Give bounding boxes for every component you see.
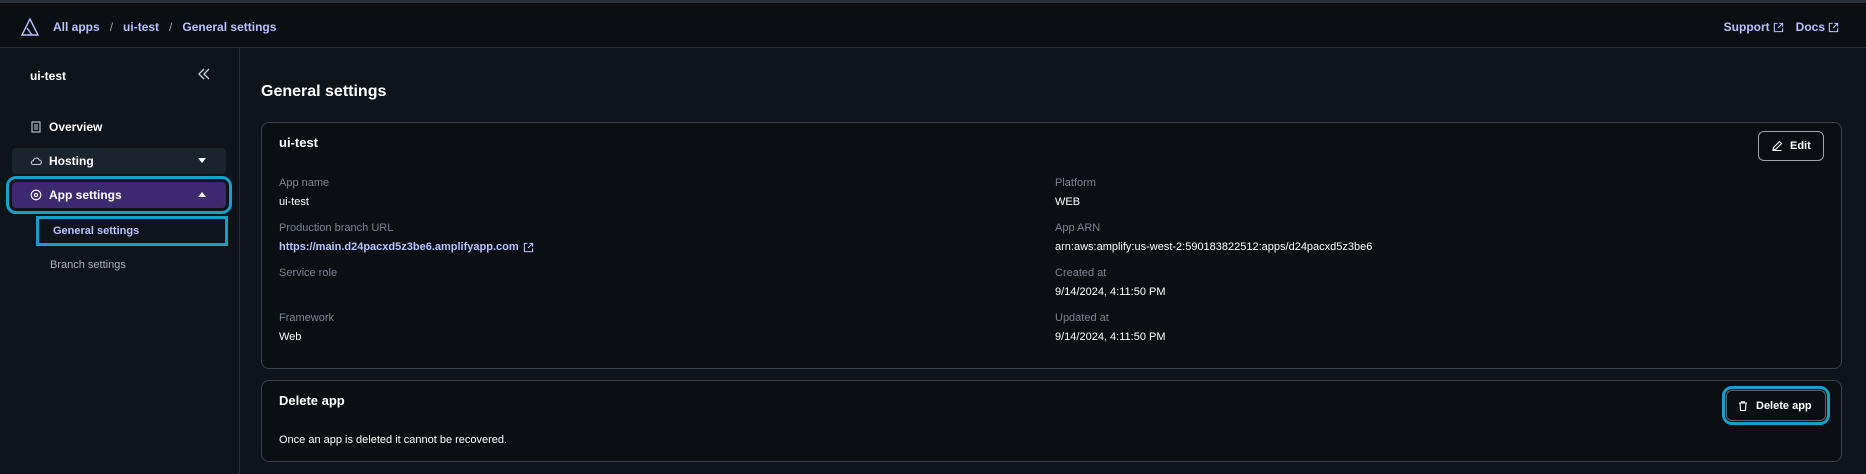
edit-button-label: Edit <box>1790 140 1811 152</box>
sidebar-app-title: ui-test <box>30 69 66 83</box>
delete-description: Once an app is deleted it cannot be reco… <box>279 434 508 446</box>
external-link-icon <box>1828 22 1839 32</box>
field-label: App name <box>279 177 330 189</box>
field-label: Production branch URL <box>279 222 394 234</box>
field-value: 9/14/2024, 4:11:50 PM <box>1055 286 1166 298</box>
delete-app-button-label: Delete app <box>1756 399 1812 412</box>
field-framework: Framework Web <box>279 312 334 343</box>
support-link[interactable]: Support <box>1724 20 1784 34</box>
external-link-icon <box>523 242 533 252</box>
sidebar-subitem-label: General settings <box>53 225 140 237</box>
field-label: Service role <box>279 267 338 279</box>
breadcrumb-separator: / <box>109 20 114 34</box>
docs-link-label: Docs <box>1795 20 1825 34</box>
breadcrumb-separator: / <box>169 20 173 34</box>
amplify-logo-icon[interactable] <box>20 17 40 37</box>
pencil-icon <box>1772 140 1783 152</box>
field-value: Web <box>279 331 302 343</box>
field-platform: Platform WEB <box>1055 177 1096 208</box>
field-label: App ARN <box>1055 222 1101 234</box>
page-title: General settings <box>261 83 387 100</box>
field-label: Platform <box>1055 177 1096 189</box>
field-value: WEB <box>1055 196 1081 208</box>
edit-button[interactable]: Edit <box>1758 131 1824 161</box>
field-value: 9/14/2024, 4:11:50 PM <box>1055 331 1166 343</box>
field-value: ui-test <box>279 196 309 208</box>
sidebar-subitem-branch-settings[interactable]: Branch settings <box>36 250 228 280</box>
top-links: Support Docs <box>1724 20 1839 34</box>
field-label: Framework <box>279 312 335 324</box>
link-text: https://main.d24pacxd5z3be6.amplifyapp.c… <box>279 241 519 253</box>
field-label: Updated at <box>1055 312 1109 324</box>
external-link-icon <box>1773 22 1783 32</box>
field-value: arn:aws:amplify:us-west-2:590183822512:a… <box>1055 241 1373 253</box>
support-link-label: Support <box>1723 20 1770 34</box>
field-production-branch-url: Production branch URL https://main.d24pa… <box>279 222 534 253</box>
caret-down-icon[interactable] <box>198 158 206 163</box>
delete-app-button[interactable]: Delete app <box>1722 386 1830 425</box>
field-updated-at: Updated at 9/14/2024, 4:11:50 PM <box>1055 312 1166 343</box>
production-branch-link[interactable]: https://main.d24pacxd5z3be6.amplifyapp.c… <box>279 241 534 253</box>
sidebar-subitem-general-settings[interactable]: General settings <box>36 216 228 246</box>
breadcrumb-app[interactable]: ui-test <box>123 20 159 34</box>
sidebar-item-app-settings[interactable]: App settings <box>6 176 232 214</box>
sidebar-item-hosting[interactable]: Hosting <box>12 148 226 174</box>
field-service-role: Service role <box>279 267 337 286</box>
settings-icon <box>30 189 42 201</box>
breadcrumb: All apps / ui-test / General settings <box>53 20 276 34</box>
field-app-name: App name ui-test <box>279 177 329 208</box>
sidebar-item-label: Hosting <box>49 154 94 168</box>
field-label: Created at <box>1055 267 1107 279</box>
delete-app-card: Delete app Delete app Once an app is del… <box>261 380 1842 462</box>
sidebar-subitem-label: Branch settings <box>50 259 126 271</box>
field-created-at: Created at 9/14/2024, 4:11:50 PM <box>1055 267 1166 298</box>
sidebar-item-label: App settings <box>49 188 122 202</box>
card-title: ui-test <box>279 135 318 150</box>
collapse-sidebar-icon[interactable] <box>196 66 212 82</box>
main-content: General settings ui-test Edit App name u… <box>240 48 1866 474</box>
caret-up-icon[interactable] <box>198 192 206 197</box>
breadcrumb-current[interactable]: General settings <box>182 20 276 34</box>
sidebar-item-label: Overview <box>49 120 103 134</box>
trash-icon <box>1739 400 1747 411</box>
document-icon <box>31 121 41 133</box>
breadcrumb-all-apps[interactable]: All apps <box>53 20 100 34</box>
cloud-icon <box>30 157 42 166</box>
docs-link[interactable]: Docs <box>1796 20 1839 34</box>
field-app-arn: App ARN arn:aws:amplify:us-west-2:590183… <box>1055 222 1372 253</box>
sidebar: ui-test Overview Hosting App settings Ge… <box>0 48 240 474</box>
sidebar-item-overview[interactable]: Overview <box>12 114 226 140</box>
app-details-card: ui-test Edit App name ui-test Production… <box>261 122 1842 369</box>
card-title: Delete app <box>279 393 345 408</box>
top-navigation-bar: All apps / ui-test / General settings Su… <box>0 0 1866 48</box>
